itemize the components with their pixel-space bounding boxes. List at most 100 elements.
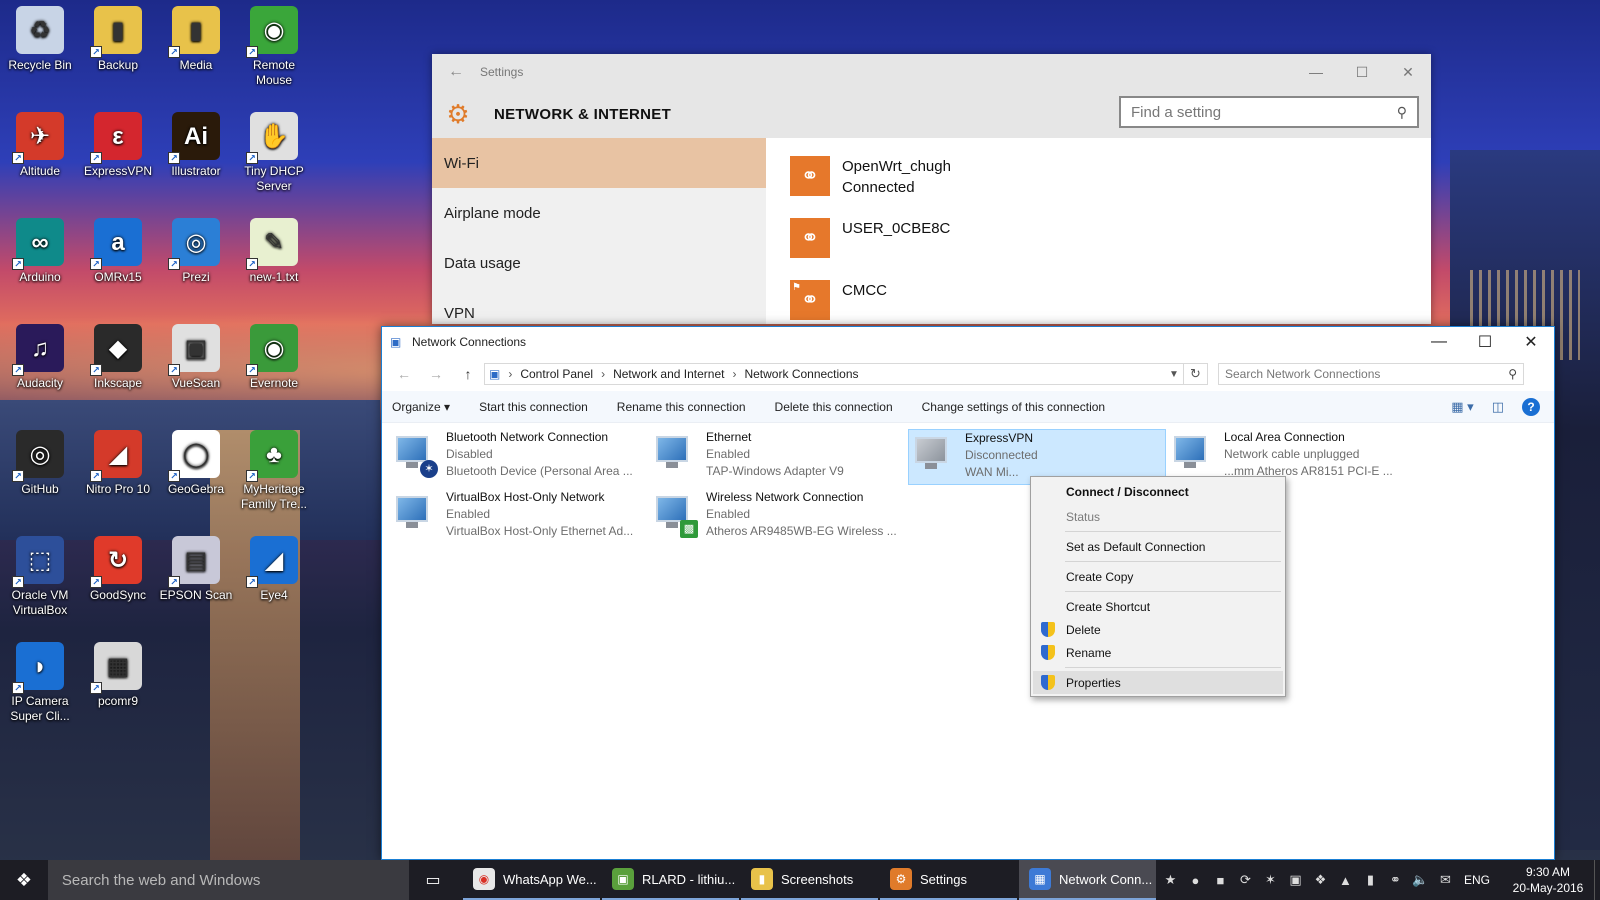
wifi-network[interactable]: ⚭ USER_0CBE8C	[790, 212, 1407, 274]
wifi-icon[interactable]: ⚭	[1383, 872, 1408, 888]
desktop-shortcut[interactable]: ✈ ↗ Altitude	[1, 106, 79, 179]
desktop-shortcut[interactable]: ∞ ↗ Arduino	[1, 212, 79, 285]
drive-icon[interactable]: ▲	[1333, 873, 1358, 888]
tray-app-icon[interactable]: ●	[1183, 873, 1208, 888]
desktop-shortcut[interactable]: ▦ ↗ pcomr9	[79, 636, 157, 709]
bluetooth-icon[interactable]: ✶	[1258, 872, 1283, 888]
tray-app-icon[interactable]: ★	[1158, 872, 1183, 888]
desktop-shortcut[interactable]: ✎ ↗ new-1.txt	[235, 212, 313, 285]
menu-item-connect-disconnect[interactable]: Connect / Disconnect	[1033, 479, 1283, 505]
desktop-shortcut[interactable]: ◎ ↗ Prezi	[157, 212, 235, 285]
search-network-input[interactable]: Search Network Connections ⚲	[1218, 363, 1524, 385]
desktop-shortcut[interactable]: ✋ ↗ Tiny DHCP Server	[235, 106, 313, 194]
close-button[interactable]: ✕	[1508, 332, 1554, 352]
volume-icon[interactable]: 🔈	[1408, 872, 1433, 888]
maximize-button[interactable]: ☐	[1462, 332, 1508, 352]
organize-button[interactable]: Organize ▾	[392, 400, 450, 414]
menu-item-status[interactable]: Status	[1033, 505, 1283, 528]
tray-app-icon[interactable]: ■	[1208, 873, 1233, 888]
minimize-button[interactable]: —	[1416, 333, 1462, 351]
breadcrumb-network-connections[interactable]: Network Connections	[744, 367, 858, 381]
rename-connection-button[interactable]: Rename this connection	[617, 400, 746, 414]
back-arrow-icon[interactable]: ←	[388, 366, 420, 382]
taskbar-app-button[interactable]: ◉ WhatsApp We...	[462, 860, 600, 900]
chevron-down-icon[interactable]: ▼	[1165, 369, 1183, 380]
desktop-shortcut[interactable]: ▣ ↗ VueScan	[157, 318, 235, 391]
input-language[interactable]: ENG	[1464, 873, 1490, 887]
delete-connection-button[interactable]: Delete this connection	[775, 400, 893, 414]
connection-item[interactable]: VirtualBox Host-Only Network Enabled Vir…	[390, 489, 648, 545]
help-icon[interactable]: ?	[1522, 397, 1540, 416]
taskbar-app-button[interactable]: ▦ Network Conn...	[1018, 860, 1156, 900]
desktop-shortcut[interactable]: Ai ↗ Illustrator	[157, 106, 235, 179]
dropbox-icon[interactable]: ❖	[1308, 872, 1333, 888]
desktop-shortcut[interactable]: ♣ ↗ MyHeritage Family Tre...	[235, 424, 313, 512]
up-arrow-icon[interactable]: ↑	[452, 366, 484, 382]
desktop-shortcut[interactable]: ▮ ↗ Backup	[79, 0, 157, 73]
tray-app-icon[interactable]: ⟳	[1233, 872, 1258, 888]
desktop-shortcut[interactable]: ⬚ ↗ Oracle VM VirtualBox	[1, 530, 79, 618]
preview-pane-icon[interactable]: ◫	[1492, 399, 1504, 415]
nav-item-airplane-mode[interactable]: Airplane mode	[432, 188, 766, 238]
nav-item-wifi[interactable]: Wi-Fi	[432, 138, 766, 188]
taskbar-app-button[interactable]: ▮ Screenshots	[740, 860, 878, 900]
forward-arrow-icon[interactable]: →	[420, 366, 452, 382]
action-center-icon[interactable]: ✉	[1433, 872, 1458, 888]
wifi-network[interactable]: ⚭ ⚑ CMCC	[790, 274, 1407, 324]
task-view-icon[interactable]: ▭	[409, 870, 457, 890]
windows-start-icon[interactable]: ❖	[0, 860, 48, 900]
desktop-shortcut[interactable]: ◆ ↗ Inkscape	[79, 318, 157, 391]
taskbar-app-button[interactable]: ⚙ Settings	[879, 860, 1017, 900]
view-options-icon[interactable]: ▦ ▾	[1451, 399, 1473, 415]
clock[interactable]: 9:30 AM 20-May-2016	[1502, 864, 1594, 896]
back-arrow-icon[interactable]: ←	[432, 63, 480, 81]
desktop-shortcut[interactable]: ♻ Recycle Bin	[1, 0, 79, 73]
nav-item-vpn[interactable]: VPN	[432, 288, 766, 324]
desktop-shortcut[interactable]: a ↗ OMRv15	[79, 212, 157, 285]
minimize-button[interactable]: —	[1293, 64, 1339, 80]
battery-icon[interactable]: ▮	[1358, 872, 1383, 888]
menu-item-create-shortcut[interactable]: Create Shortcut	[1033, 595, 1283, 618]
desktop-shortcut[interactable]: ◎ ↗ GitHub	[1, 424, 79, 497]
taskbar-app-button[interactable]: ▣ RLARD - lithiu...	[601, 860, 739, 900]
connection-status: Disabled	[446, 447, 493, 461]
refresh-button[interactable]: ↻	[1184, 363, 1208, 385]
nav-item-data-usage[interactable]: Data usage	[432, 238, 766, 288]
start-connection-button[interactable]: Start this connection	[479, 400, 588, 414]
bluetooth-icon: ✶	[420, 460, 438, 478]
close-button[interactable]: ✕	[1385, 64, 1431, 81]
menu-item-rename[interactable]: Rename	[1033, 641, 1283, 664]
desktop-shortcut[interactable]: ◉ ↗ Evernote	[235, 318, 313, 391]
tray-app-icon[interactable]: ▣	[1283, 872, 1308, 888]
desktop-shortcut[interactable]: ↻ ↗ GoodSync	[79, 530, 157, 603]
wifi-icon: ⚭	[790, 218, 830, 258]
address-bar[interactable]: ▣ › Control Panel › Network and Internet…	[484, 363, 1184, 385]
change-settings-button[interactable]: Change settings of this connection	[922, 400, 1105, 414]
shortcut-arrow-icon: ↗	[12, 152, 24, 164]
desktop-shortcut[interactable]: ◢ ↗ Nitro Pro 10	[79, 424, 157, 497]
app-icon: ⚙	[889, 868, 912, 890]
breadcrumb-control-panel[interactable]: Control Panel	[520, 367, 593, 381]
breadcrumb-network-and-internet[interactable]: Network and Internet	[613, 367, 724, 381]
connection-item[interactable]: Ethernet Enabled TAP-Windows Adapter V9	[650, 429, 908, 485]
menu-item-delete[interactable]: Delete	[1033, 618, 1283, 641]
menu-item-create-copy[interactable]: Create Copy	[1033, 565, 1283, 588]
taskbar-search-input[interactable]: Search the web and Windows	[47, 860, 410, 900]
connection-item[interactable]: ✶ Bluetooth Network Connection Disabled …	[390, 429, 648, 485]
desktop-shortcut[interactable]: ▮ ↗ Media	[157, 0, 235, 73]
desktop-shortcut[interactable]: ◯ ↗ GeoGebra	[157, 424, 235, 497]
connection-item[interactable]: ▩ Wireless Network Connection Enabled At…	[650, 489, 908, 545]
maximize-button[interactable]: ☐	[1339, 64, 1385, 81]
wifi-network[interactable]: ⚭ OpenWrt_chugh Connected	[790, 150, 1407, 212]
desktop-shortcut[interactable]: ◗ ↗ IP Camera Super Cli...	[1, 636, 79, 724]
desktop-shortcut[interactable]: ▤ ↗ EPSON Scan	[157, 530, 235, 603]
show-desktop-button[interactable]	[1594, 860, 1600, 900]
menu-item-set-default[interactable]: Set as Default Connection	[1033, 535, 1283, 558]
menu-item-properties[interactable]: Properties	[1033, 671, 1283, 694]
find-setting-input[interactable]: Find a setting ⚲	[1119, 96, 1419, 128]
connections-list: ✶ Bluetooth Network Connection Disabled …	[382, 423, 1554, 823]
desktop-shortcut[interactable]: ◢ ↗ Eye4	[235, 530, 313, 603]
desktop-shortcut[interactable]: ♫ ↗ Audacity	[1, 318, 79, 391]
desktop-shortcut[interactable]: ◉ ↗ Remote Mouse	[235, 0, 313, 88]
desktop-shortcut[interactable]: ε ↗ ExpressVPN	[79, 106, 157, 179]
